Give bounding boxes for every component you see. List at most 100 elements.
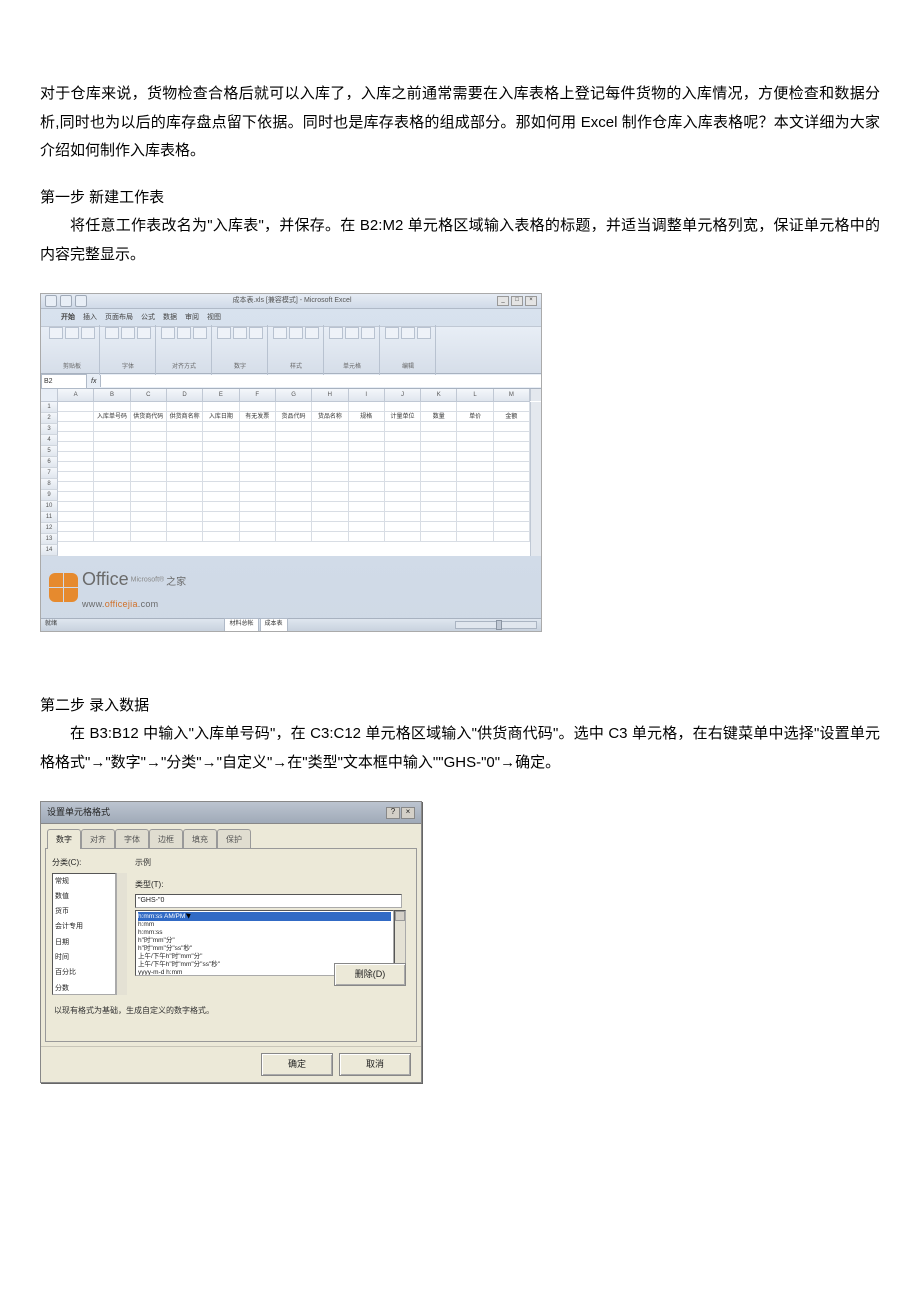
cell[interactable] — [312, 492, 348, 502]
cell[interactable] — [349, 512, 385, 522]
cell[interactable] — [131, 532, 167, 542]
cell[interactable] — [240, 432, 276, 442]
type-list-item[interactable]: h:mm:ss — [138, 929, 391, 937]
office-button[interactable] — [45, 295, 57, 307]
cell[interactable] — [94, 492, 130, 502]
cell[interactable] — [276, 422, 312, 432]
ribbon-button[interactable] — [417, 327, 431, 339]
close-button[interactable]: × — [525, 296, 537, 306]
cell[interactable] — [276, 452, 312, 462]
cell[interactable] — [58, 412, 94, 422]
formula-bar[interactable] — [100, 375, 541, 387]
column-header[interactable]: F — [240, 389, 276, 402]
cell[interactable] — [167, 472, 203, 482]
cell[interactable] — [421, 522, 457, 532]
row-header[interactable]: 14 — [41, 545, 58, 556]
category-item[interactable]: 时间 — [53, 950, 115, 965]
cell[interactable] — [276, 492, 312, 502]
cell[interactable] — [276, 402, 312, 412]
cell[interactable] — [385, 442, 421, 452]
cell[interactable] — [421, 492, 457, 502]
cell[interactable] — [58, 532, 94, 542]
type-input[interactable]: "GHS-"0 — [135, 894, 402, 908]
type-list-item[interactable]: 上午/下午h"时"mm"分" — [138, 953, 391, 961]
cell[interactable] — [203, 402, 239, 412]
cell[interactable] — [385, 512, 421, 522]
cell[interactable] — [349, 442, 385, 452]
ribbon-button[interactable] — [81, 327, 95, 339]
ribbon-tab[interactable]: 审阅 — [185, 311, 199, 324]
cell[interactable] — [421, 422, 457, 432]
vertical-scrollbar[interactable] — [530, 402, 541, 556]
cell[interactable] — [312, 512, 348, 522]
category-item[interactable]: 日期 — [53, 935, 115, 950]
cell[interactable] — [276, 532, 312, 542]
column-header[interactable]: L — [457, 389, 493, 402]
maximize-button[interactable]: □ — [511, 296, 523, 306]
cell[interactable] — [240, 472, 276, 482]
cell[interactable]: 单价 — [457, 412, 493, 422]
cell[interactable] — [203, 442, 239, 452]
ok-button[interactable]: 确定 — [261, 1053, 333, 1076]
cell[interactable]: 入库日期 — [203, 412, 239, 422]
category-item[interactable]: 会计专用 — [53, 919, 115, 934]
cell[interactable] — [167, 432, 203, 442]
cell[interactable] — [131, 442, 167, 452]
cell[interactable]: 计量单位 — [385, 412, 421, 422]
cell[interactable] — [385, 522, 421, 532]
cell[interactable] — [276, 512, 312, 522]
ribbon-button[interactable] — [273, 327, 287, 339]
row-header[interactable]: 4 — [41, 435, 58, 446]
cell[interactable] — [94, 522, 130, 532]
save-icon[interactable] — [60, 295, 72, 307]
ribbon-button[interactable] — [385, 327, 399, 339]
ribbon-tab[interactable]: 页面布局 — [105, 311, 133, 324]
row-header[interactable]: 8 — [41, 479, 58, 490]
cell[interactable] — [494, 512, 530, 522]
cell[interactable] — [276, 432, 312, 442]
cell[interactable] — [131, 502, 167, 512]
cell[interactable] — [203, 522, 239, 532]
cell[interactable] — [58, 442, 94, 452]
cell[interactable] — [58, 512, 94, 522]
ribbon-button[interactable] — [65, 327, 79, 339]
cell[interactable] — [349, 452, 385, 462]
cell[interactable] — [131, 492, 167, 502]
cell[interactable] — [58, 502, 94, 512]
cell[interactable] — [421, 442, 457, 452]
cell[interactable] — [312, 432, 348, 442]
cell[interactable]: 供货商名称 — [167, 412, 203, 422]
cell[interactable] — [349, 482, 385, 492]
row-header[interactable]: 5 — [41, 446, 58, 457]
cell[interactable] — [131, 472, 167, 482]
cell[interactable] — [494, 442, 530, 452]
category-scrollbar[interactable] — [116, 873, 127, 995]
type-list-item[interactable]: h:mm:ss AM/PM — [138, 912, 391, 921]
cell[interactable] — [349, 402, 385, 412]
type-list-item[interactable]: h"时"mm"分" — [138, 937, 391, 945]
minimize-button[interactable]: _ — [497, 296, 509, 306]
row-header[interactable]: 9 — [41, 490, 58, 501]
cell[interactable] — [94, 482, 130, 492]
ribbon-button[interactable] — [289, 327, 303, 339]
cell[interactable] — [240, 502, 276, 512]
ribbon-button[interactable] — [193, 327, 207, 339]
sheet-tab[interactable]: 成本表 — [260, 618, 288, 630]
dialog-help-button[interactable]: ? — [386, 807, 400, 819]
cell[interactable] — [203, 472, 239, 482]
delete-button[interactable]: 删除(D) — [334, 963, 406, 986]
cell[interactable] — [203, 462, 239, 472]
cell[interactable] — [457, 512, 493, 522]
ribbon-button[interactable] — [121, 327, 135, 339]
select-all-corner[interactable] — [41, 389, 58, 402]
cell[interactable] — [312, 482, 348, 492]
cell[interactable] — [131, 452, 167, 462]
cell[interactable] — [167, 502, 203, 512]
cell[interactable] — [203, 482, 239, 492]
cell[interactable] — [58, 472, 94, 482]
cell[interactable] — [58, 432, 94, 442]
cell[interactable] — [58, 422, 94, 432]
cell[interactable] — [94, 442, 130, 452]
cell[interactable] — [58, 452, 94, 462]
cell[interactable] — [240, 452, 276, 462]
